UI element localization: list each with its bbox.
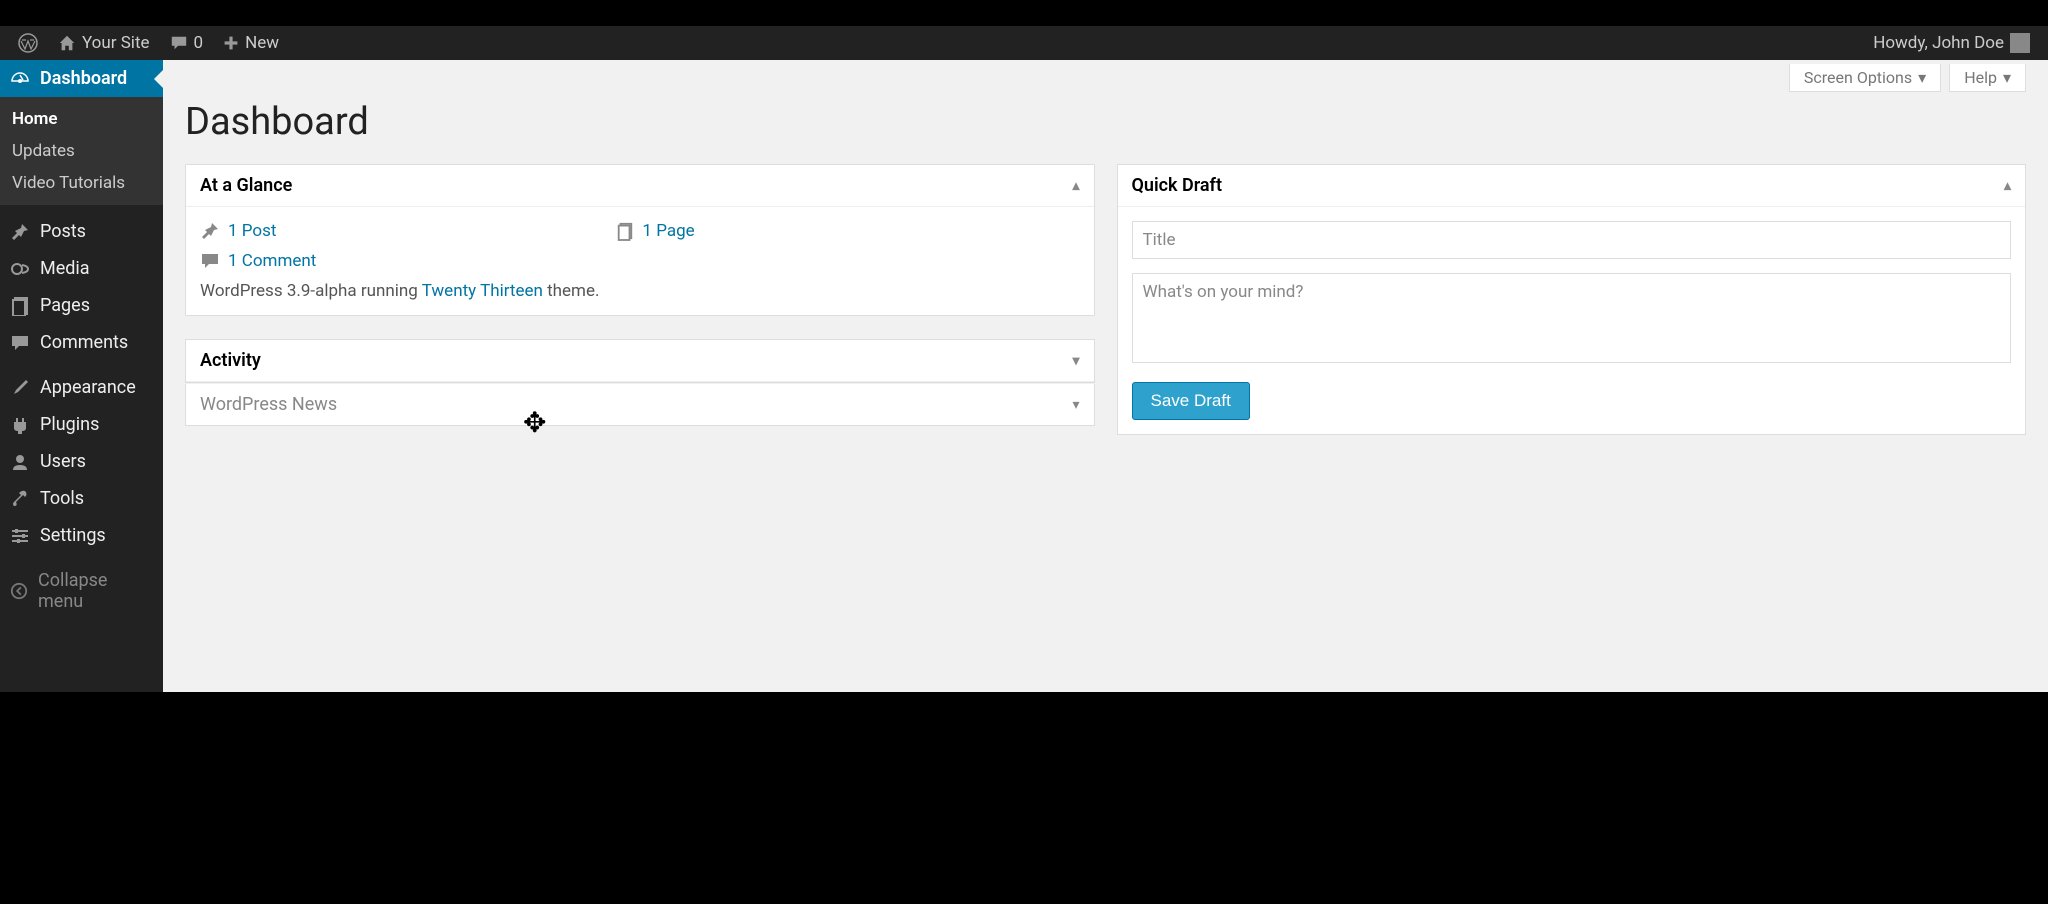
glance-posts[interactable]: 1 Post [200,221,276,241]
menu-dashboard[interactable]: Dashboard [0,60,163,97]
dashboard-icon [10,69,30,89]
page-icon [616,221,634,241]
draft-title-input[interactable] [1132,221,2012,259]
chevron-up-icon[interactable]: ▴ [1072,178,1079,194]
at-a-glance-panel: At a Glance ▴ 1 Post [185,164,1095,316]
panel-title: Activity [200,350,261,371]
quick-draft-panel: Quick Draft ▴ Save Draft [1117,164,2027,435]
panel-title: At a Glance [200,175,292,196]
page-title: Dashboard [185,100,2026,144]
media-icon [10,259,30,279]
glance-pages[interactable]: 1 Page [616,221,694,241]
brush-icon [10,378,30,398]
glance-comments[interactable]: 1 Comment [200,251,316,271]
new-content-link[interactable]: New [213,33,289,53]
menu-comments[interactable]: Comments [0,324,163,361]
plugin-icon [10,415,30,435]
help-label: Help [1964,68,1997,87]
at-a-glance-header[interactable]: At a Glance ▴ [186,165,1094,207]
wordpress-logo-icon [18,33,38,53]
site-name-label: Your Site [82,33,150,53]
home-icon [58,34,76,52]
comments-link[interactable]: 0 [160,33,214,53]
comment-icon [200,251,220,271]
pin-icon [200,221,220,241]
glance-posts-label: 1 Post [228,221,276,241]
menu-label: Plugins [40,414,99,435]
chevron-up-icon[interactable]: ▴ [2004,178,2011,194]
dashboard-submenu: Home Updates Video Tutorials [0,97,163,205]
save-draft-button[interactable]: Save Draft [1132,382,1250,420]
howdy-text: Howdy, John Doe [1873,33,2004,53]
menu-plugins[interactable]: Plugins [0,406,163,443]
collapse-menu[interactable]: Collapse menu [0,562,163,620]
wrench-icon [10,489,30,509]
wp-logo[interactable] [8,33,48,53]
activity-panel: Activity ▾ [185,339,1095,383]
wordpress-news-panel: WordPress News ▾ [185,384,1095,426]
sliders-icon [10,526,30,546]
menu-label: Posts [40,221,86,242]
menu-label: Appearance [40,377,136,398]
panel-title: Quick Draft [1132,175,1223,196]
screen-options-label: Screen Options [1804,68,1912,87]
activity-header[interactable]: Activity ▾ [186,340,1094,382]
help-toggle[interactable]: Help ▾ [1949,64,2026,92]
new-label: New [245,33,279,53]
menu-label: Media [40,258,90,279]
howdy-account[interactable]: Howdy, John Doe [1863,33,2040,53]
panel-title: WordPress News [200,394,337,415]
screen-options-toggle[interactable]: Screen Options ▾ [1789,64,1941,92]
collapse-label: Collapse menu [38,570,153,612]
pin-icon [10,222,30,242]
chevron-down-icon: ▾ [2003,68,2011,87]
menu-appearance[interactable]: Appearance [0,369,163,406]
page-icon [10,296,30,316]
menu-media[interactable]: Media [0,250,163,287]
admin-menu: Dashboard Home Updates Video Tutorials P… [0,60,163,692]
menu-tools[interactable]: Tools [0,480,163,517]
comment-icon [10,333,30,353]
wordpress-news-header[interactable]: WordPress News ▾ [186,384,1094,425]
submenu-video-tutorials[interactable]: Video Tutorials [0,167,163,199]
submenu-home[interactable]: Home [0,103,163,135]
user-avatar-icon [2010,33,2030,53]
version-info: WordPress 3.9-alpha running Twenty Thirt… [200,281,1080,301]
glance-pages-label: 1 Page [642,221,694,241]
plus-icon [223,35,239,51]
comments-count: 0 [194,33,204,53]
submenu-updates[interactable]: Updates [0,135,163,167]
menu-label: Dashboard [40,68,127,89]
menu-label: Settings [40,525,106,546]
content-area: Screen Options ▾ Help ▾ Dashboard At a G… [163,60,2048,692]
chevron-down-icon: ▾ [1918,68,1926,87]
theme-link[interactable]: Twenty Thirteen [422,281,543,301]
chevron-down-icon[interactable]: ▾ [1072,353,1079,369]
user-icon [10,452,30,472]
menu-settings[interactable]: Settings [0,517,163,554]
glance-comments-label: 1 Comment [228,251,316,271]
menu-label: Users [40,451,86,472]
menu-pages[interactable]: Pages [0,287,163,324]
admin-bar: Your Site 0 New Howdy, John Doe [0,26,2048,60]
menu-users[interactable]: Users [0,443,163,480]
menu-posts[interactable]: Posts [0,213,163,250]
quick-draft-header[interactable]: Quick Draft ▴ [1118,165,2026,207]
draft-content-textarea[interactable] [1132,273,2012,363]
menu-label: Pages [40,295,90,316]
menu-label: Tools [40,488,84,509]
comment-bubble-icon [170,34,188,52]
collapse-icon [10,582,28,600]
site-name-link[interactable]: Your Site [48,33,160,53]
chevron-down-icon[interactable]: ▾ [1072,397,1079,413]
menu-label: Comments [40,332,128,353]
